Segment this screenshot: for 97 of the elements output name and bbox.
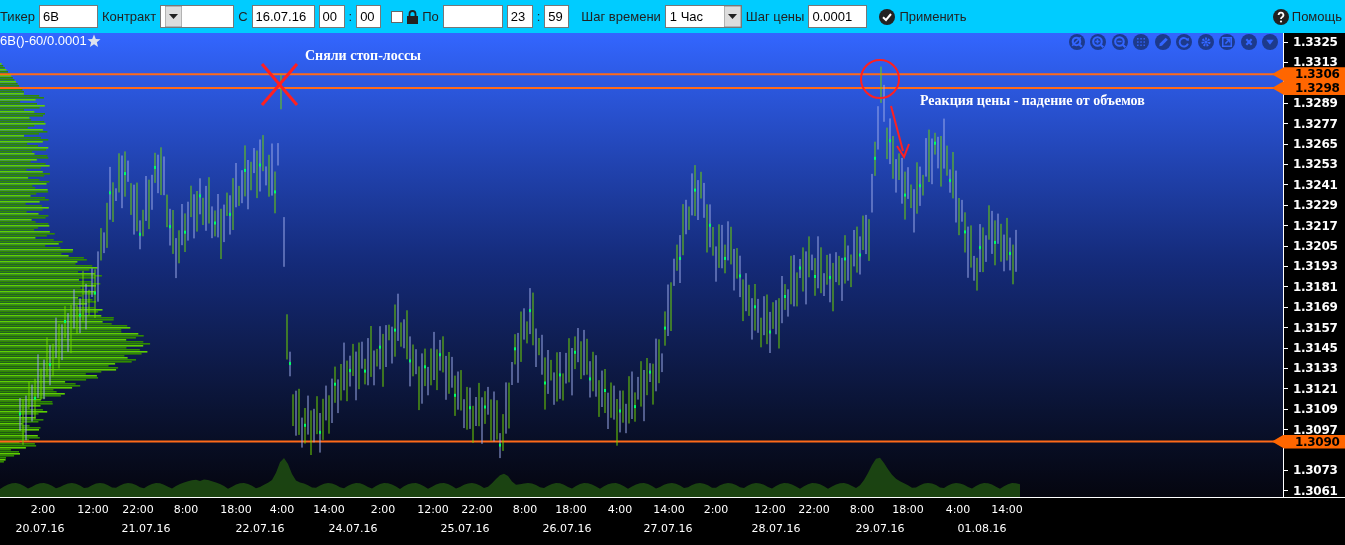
ticker-field[interactable]: 6B <box>38 5 98 28</box>
axis-label: 21.07.16 <box>121 521 171 537</box>
axis-label: 2:00 <box>703 502 729 518</box>
axis-label: 2:00 <box>370 502 396 518</box>
dropdown-icon[interactable] <box>1262 34 1278 50</box>
star-icon[interactable] <box>86 33 101 48</box>
hour-field[interactable]: 00 <box>318 5 345 28</box>
caret-icon[interactable] <box>723 6 741 27</box>
cross-mark-icon <box>260 63 299 106</box>
circle-mark-icon <box>860 59 900 99</box>
axis-label: 1.3133 <box>1293 360 1338 377</box>
axis-label: 1.3277 <box>1293 115 1338 132</box>
settings-icon[interactable] <box>1197 34 1214 50</box>
axis-label: 1.3061 <box>1293 482 1338 499</box>
axis-label: 26.07.16 <box>542 521 592 537</box>
axis-label: 1.3217 <box>1293 217 1338 234</box>
axis-label: 1.3169 <box>1293 299 1338 316</box>
grid-icon[interactable] <box>1133 34 1149 50</box>
date-field[interactable] <box>442 5 503 28</box>
axis-label: 22:00 <box>798 502 830 518</box>
hour-field[interactable]: 23 <box>506 5 533 28</box>
down-arrow-icon <box>890 105 910 160</box>
axis-label: 27.07.16 <box>643 521 693 537</box>
price-step-field[interactable]: 0.0001 <box>808 5 868 28</box>
axis-label: 01.08.16 <box>957 521 1007 537</box>
field-label: С <box>238 7 248 26</box>
refresh-icon[interactable] <box>1176 34 1192 50</box>
axis-label: 18:00 <box>892 502 924 518</box>
field-label: Шаг цены <box>745 7 805 26</box>
axis-label: 1.3193 <box>1293 258 1338 275</box>
zoom-out-icon[interactable] <box>1111 34 1128 50</box>
chart-annotation: Реакция цены - падение от объемов <box>920 92 1145 110</box>
expand-icon[interactable] <box>1219 34 1235 50</box>
timeframe-dropdown[interactable]: 1 Час <box>664 5 742 28</box>
axis-label: 1.3241 <box>1293 176 1338 193</box>
date-field[interactable]: 16.07.16 <box>251 5 315 28</box>
axis-label: 8:00 <box>512 502 538 518</box>
axis-label: 18:00 <box>220 502 252 518</box>
axis-label: 12:00 <box>417 502 449 518</box>
pencil-icon[interactable] <box>1154 34 1171 50</box>
axis-label: 4:00 <box>607 502 633 518</box>
help-icon <box>1272 8 1289 25</box>
lock-icon <box>407 9 419 24</box>
axis-label: 1.3097 <box>1293 421 1338 437</box>
axis-label: 1.3229 <box>1293 197 1338 214</box>
price-marker: 1.3306 <box>1272 67 1345 82</box>
axis-label: 1.3289 <box>1293 95 1338 112</box>
axis-label: 1.3325 <box>1293 34 1338 50</box>
axis-label: 14:00 <box>313 502 345 518</box>
zoom-reset-icon[interactable] <box>1068 34 1085 50</box>
field-label: : <box>536 7 541 26</box>
chart-annotation: Сняли стоп-лоссы <box>305 47 422 65</box>
minute-field[interactable]: 00 <box>356 5 382 28</box>
axis-label: 14:00 <box>653 502 685 518</box>
caret-icon[interactable] <box>165 6 183 27</box>
minute-field[interactable]: 59 <box>544 5 570 28</box>
axis-label: 4:00 <box>269 502 295 518</box>
axis-label: 14:00 <box>991 502 1023 518</box>
field-label: : <box>348 7 353 26</box>
axis-label: 1.3313 <box>1293 54 1338 70</box>
field-label: Тикер <box>0 7 35 26</box>
axis-label: 12:00 <box>754 502 786 518</box>
contract-dropdown[interactable] <box>160 5 235 28</box>
axis-label: 1.3073 <box>1293 462 1338 479</box>
lock-checkbox[interactable] <box>391 10 404 23</box>
axis-label: 8:00 <box>173 502 199 518</box>
axis-label: 22:00 <box>461 502 493 518</box>
chart-title: 6B()-60/0.0001 <box>0 33 87 50</box>
axis-label: 22.07.16 <box>235 521 285 537</box>
price-marker: 1.3090 <box>1272 434 1345 449</box>
axis-label: 1.3121 <box>1293 380 1338 397</box>
axis-label: 1.3181 <box>1293 278 1338 295</box>
axis-label: 1.3265 <box>1293 136 1338 152</box>
axis-label: 20.07.16 <box>15 521 65 537</box>
axis-label: 24.07.16 <box>328 521 378 537</box>
zoom-in-icon[interactable] <box>1090 34 1106 50</box>
axis-label: 2:00 <box>30 502 56 518</box>
apply-button[interactable]: Применить <box>879 6 967 27</box>
axis-label: 1.3253 <box>1293 156 1338 173</box>
field-label: Контракт <box>101 7 157 26</box>
axis-label: 22:00 <box>122 502 154 518</box>
axis-label: 29.07.16 <box>855 521 905 537</box>
axis-label: 4:00 <box>945 502 971 518</box>
axis-label: 12:00 <box>77 502 109 518</box>
axis-label: 1.3157 <box>1293 319 1338 336</box>
axis-label: 1.3145 <box>1293 340 1338 356</box>
axis-label: 8:00 <box>849 502 875 518</box>
axis-label: 18:00 <box>555 502 587 518</box>
help-button[interactable]: Помощь <box>1272 6 1342 27</box>
field-label: Шаг времени <box>581 7 661 26</box>
close-icon[interactable] <box>1240 34 1257 50</box>
checkmark-icon <box>879 8 896 25</box>
field-label: По <box>422 7 439 26</box>
axis-label: 1.3109 <box>1293 401 1338 418</box>
axis-label: 1.3205 <box>1293 238 1338 254</box>
axis-label: 25.07.16 <box>440 521 490 537</box>
axis-label: 28.07.16 <box>751 521 801 537</box>
